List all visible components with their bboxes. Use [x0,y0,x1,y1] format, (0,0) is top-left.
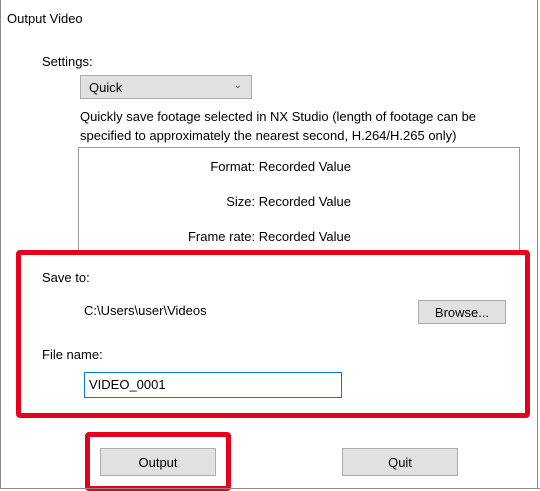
dialog-title: Output Video [7,11,83,26]
save-to-label: Save to: [42,270,90,285]
size-info: Size: Recorded Value [226,194,351,209]
frame-rate-info: Frame rate: Recorded Value [187,229,351,244]
settings-select-value: Quick [89,80,123,95]
file-name-value: VIDEO_0001 [89,377,166,392]
output-button[interactable]: Output [100,448,216,476]
settings-select[interactable]: Quick ⌄ [80,75,252,99]
settings-description: Quickly save footage selected in NX Stud… [80,109,477,143]
dialog-bottom-border [0,488,540,489]
save-path: C:\Users\user\Videos [84,303,207,318]
browse-button[interactable]: Browse... [418,300,506,324]
format-info: Format: Recorded Value [210,159,351,174]
file-name-input[interactable]: VIDEO_0001 [84,372,342,398]
file-name-label: File name: [42,347,103,362]
quit-button[interactable]: Quit [342,448,458,476]
video-info-box: Format: Recorded Value Size: Recorded Va… [78,147,520,257]
settings-label: Settings: [42,54,93,69]
chevron-down-icon: ⌄ [233,80,242,91]
